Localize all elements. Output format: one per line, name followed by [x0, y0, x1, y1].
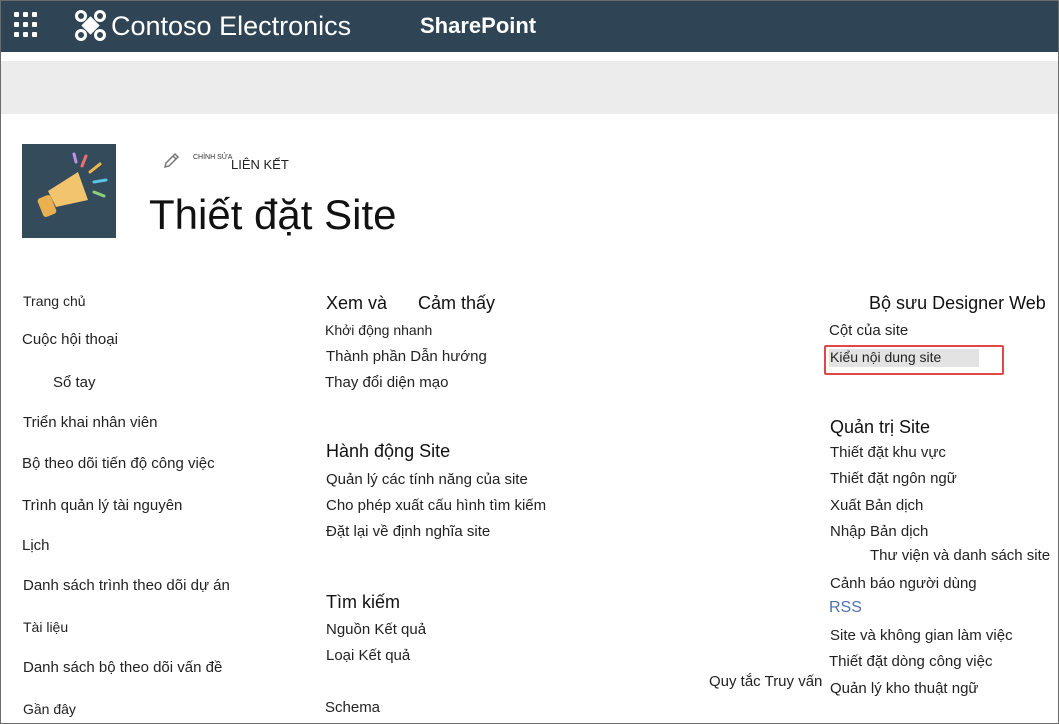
site-logo[interactable]	[22, 144, 116, 238]
look-and-feel-heading-part1: Xem và	[326, 293, 388, 313]
look-and-feel-heading-part2: Cảm thấy	[418, 293, 496, 313]
page-title: Thiết đặt Site	[149, 191, 397, 238]
nav-item-calendar[interactable]: Lịch	[22, 537, 50, 554]
link-schema[interactable]: Schema	[325, 699, 380, 716]
nav-item-work-progress-tracker[interactable]: Bộ theo dõi tiến độ công việc	[22, 455, 215, 472]
page-frame: Contoso Electronics SharePoint CHỈNH SỬA…	[0, 0, 1059, 724]
site-administration-heading: Quản trị Site	[830, 417, 931, 437]
nav-item-documents[interactable]: Tài liệu	[23, 619, 68, 635]
edit-label[interactable]: CHỈNH SỬA	[193, 154, 232, 161]
nav-item-project-tracker[interactable]: Danh sách trình theo dõi dự án	[23, 577, 230, 594]
link-site-columns[interactable]: Cột của site	[829, 322, 908, 339]
link-result-types[interactable]: Loại Kết quả	[326, 647, 410, 664]
app-name[interactable]: SharePoint	[420, 13, 536, 39]
link-workflow-settings[interactable]: Thiết đặt dòng công việc	[829, 653, 992, 670]
link-regional-settings[interactable]: Thiết đặt khu vực	[830, 444, 946, 461]
app-launcher-icon[interactable]	[14, 12, 40, 38]
link-manage-site-features[interactable]: Quản lý các tính năng của site	[326, 471, 528, 488]
brand-name[interactable]: Contoso Electronics	[111, 11, 351, 42]
nav-item-notebook[interactable]: Sổ tay	[53, 374, 96, 391]
command-bar	[1, 61, 1058, 114]
search-heading: Tìm kiếm	[326, 592, 400, 612]
web-designer-galleries-heading: Bộ sưu Designer Web	[869, 293, 1046, 313]
link-export-translations[interactable]: Xuất Bản dịch	[830, 497, 923, 514]
link-import-translations[interactable]: Nhập Bản dịch	[830, 523, 928, 540]
link-sites-and-workspaces[interactable]: Site và không gian làm việc	[830, 627, 1013, 644]
nav-item-issue-tracker[interactable]: Danh sách bộ theo dõi vấn đề	[23, 659, 222, 676]
link-site-libraries-and-lists[interactable]: Thư viện và danh sách site	[870, 547, 1050, 564]
nav-item-employee-onboarding[interactable]: Triển khai nhân viên	[23, 414, 158, 431]
nav-item-home[interactable]: Trang chủ	[23, 293, 86, 309]
site-actions-heading: Hành động Site	[326, 441, 451, 461]
link-quick-launch[interactable]: Khởi động nhanh	[325, 322, 432, 338]
link-change-the-look[interactable]: Thay đổi diện mạo	[325, 374, 448, 391]
link-rss[interactable]: RSS	[829, 599, 862, 617]
contoso-logo-icon[interactable]	[74, 9, 107, 42]
link-term-store-management[interactable]: Quản lý kho thuật ngữ	[830, 680, 978, 697]
pencil-icon[interactable]	[161, 151, 181, 171]
link-reset-to-site-definition[interactable]: Đặt lại về định nghĩa site	[326, 523, 490, 540]
nav-item-conversations[interactable]: Cuộc hội thoại	[22, 331, 118, 348]
link-navigation-elements[interactable]: Thành phần Dẫn hướng	[326, 348, 487, 365]
link-enable-search-config-export[interactable]: Cho phép xuất cấu hình tìm kiếm	[326, 497, 546, 514]
links-label[interactable]: LIÊN KẾT	[231, 157, 289, 172]
link-query-rules[interactable]: Quy tắc Truy vấn	[709, 673, 822, 690]
link-language-settings[interactable]: Thiết đặt ngôn ngữ	[830, 470, 957, 487]
link-user-alerts[interactable]: Cảnh báo người dùng	[830, 575, 977, 592]
link-result-sources[interactable]: Nguồn Kết quả	[326, 621, 426, 638]
suite-bar: Contoso Electronics SharePoint	[1, 1, 1058, 52]
nav-item-recent[interactable]: Gần đây	[23, 701, 76, 717]
highlight-callout-box	[824, 345, 1004, 375]
megaphone-icon	[37, 152, 108, 217]
nav-item-resource-manager[interactable]: Trình quản lý tài nguyên	[22, 497, 182, 514]
